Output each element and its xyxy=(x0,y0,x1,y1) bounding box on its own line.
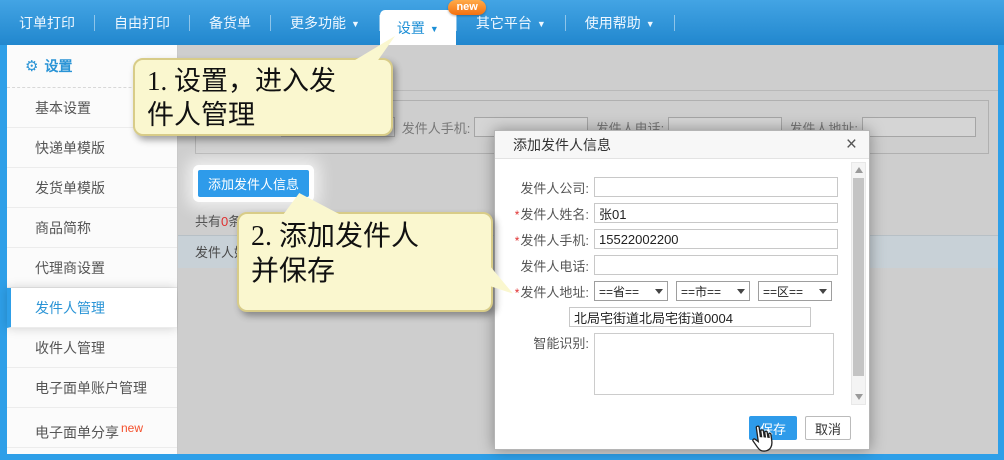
top-nav: 订单打印 自由打印 备货单 更多功能 ▼ 设置 ▼ new 其它平台 ▼ 使用帮… xyxy=(0,0,1004,45)
nav-item-more-functions[interactable]: 更多功能 ▼ xyxy=(271,0,379,45)
sender-company-input[interactable] xyxy=(594,177,838,197)
scroll-down-icon[interactable] xyxy=(852,390,865,404)
close-icon[interactable]: × xyxy=(846,135,857,154)
nav-label: 其它平台 xyxy=(476,13,532,33)
sidebar-item-sender-management[interactable]: 发件人管理 xyxy=(7,288,177,328)
field-row-company: 发件人公司: xyxy=(509,177,869,197)
scrollbar-thumb[interactable] xyxy=(853,178,864,376)
filter-address-input[interactable] xyxy=(862,117,976,137)
sidebar-item-receiver-management[interactable]: 收件人管理 xyxy=(7,328,177,368)
field-row-name: *发件人姓名: xyxy=(509,203,869,223)
nav-label: 使用帮助 xyxy=(585,13,641,33)
nav-item-order-print[interactable]: 订单打印 xyxy=(0,0,94,45)
field-label-text: 发件人地址: xyxy=(520,285,589,300)
sidebar-item-shipping-template[interactable]: 发货单模版 xyxy=(7,168,177,208)
callout-step-2: 2. 添加发件人 并保存 xyxy=(237,212,493,312)
count-prefix: 共有 xyxy=(195,214,221,229)
sidebar-item-agent-settings[interactable]: 代理商设置 xyxy=(7,248,177,288)
required-mark: * xyxy=(515,234,520,248)
app-window: 订单打印 自由打印 备货单 更多功能 ▼ 设置 ▼ new 其它平台 ▼ 使用帮… xyxy=(0,0,1004,460)
sidebar-item-ewaybill-account[interactable]: 电子面单账户管理 xyxy=(7,368,177,408)
select-value: ==市== xyxy=(681,283,721,300)
nav-label: 更多功能 xyxy=(290,13,346,33)
select-value: ==省== xyxy=(599,283,639,300)
new-badge: new xyxy=(121,421,143,435)
scroll-up-icon[interactable] xyxy=(852,163,865,177)
nav-item-other-platforms[interactable]: 其它平台 ▼ xyxy=(457,0,565,45)
filter-label: 发件人手机: xyxy=(402,118,471,137)
gear-icon: ⚙ xyxy=(25,58,38,75)
field-row-mobile: *发件人手机: xyxy=(509,229,869,249)
field-label: *发件人手机: xyxy=(509,230,589,249)
nav-item-stock-list[interactable]: 备货单 xyxy=(190,0,270,45)
chevron-down-icon: ▼ xyxy=(351,19,360,29)
nav-item-help[interactable]: 使用帮助 ▼ xyxy=(566,0,674,45)
nav-separator xyxy=(674,15,675,31)
add-sender-modal: 添加发件人信息 × 发件人公司: *发件人姓名: *发件人手机: 发件人电话: … xyxy=(494,130,870,450)
chevron-down-icon: ▼ xyxy=(430,24,439,34)
field-label: *发件人姓名: xyxy=(509,204,589,223)
select-value: ==区== xyxy=(763,283,803,300)
province-select[interactable]: ==省== xyxy=(594,281,668,301)
nav-label: 设置 xyxy=(397,18,425,38)
field-label-text: 发件人姓名: xyxy=(520,207,589,222)
hand-cursor-icon xyxy=(746,422,781,460)
chevron-down-icon: ▼ xyxy=(537,19,546,29)
required-mark: * xyxy=(515,286,520,300)
address-detail-input[interactable] xyxy=(569,307,811,327)
modal-title: 添加发件人信息 xyxy=(513,135,611,155)
nav-item-free-print[interactable]: 自由打印 xyxy=(95,0,189,45)
sidebar-item-product-abbr[interactable]: 商品简称 xyxy=(7,208,177,248)
field-row-phone: 发件人电话: xyxy=(509,255,869,275)
required-mark: * xyxy=(515,208,520,222)
modal-body: 发件人公司: *发件人姓名: *发件人手机: 发件人电话: *发件人地址: ==… xyxy=(495,159,869,395)
field-row-address: *发件人地址: ==省== ==市== ==区== xyxy=(509,281,869,301)
modal-scrollbar[interactable] xyxy=(851,162,866,405)
add-sender-button[interactable]: 添加发件人信息 xyxy=(198,170,309,197)
city-select[interactable]: ==市== xyxy=(676,281,750,301)
field-label: 发件人公司: xyxy=(509,178,589,197)
chevron-down-icon xyxy=(655,289,663,294)
smart-recognition-textarea[interactable] xyxy=(594,333,834,395)
field-label: *发件人地址: xyxy=(509,282,589,301)
callout-step-1: 1. 设置，进入发 件人管理 xyxy=(133,58,393,136)
field-label: 发件人电话: xyxy=(509,256,589,275)
sender-name-input[interactable] xyxy=(594,203,838,223)
district-select[interactable]: ==区== xyxy=(758,281,832,301)
modal-title-bar: 添加发件人信息 × xyxy=(495,131,869,159)
sender-mobile-input[interactable] xyxy=(594,229,838,249)
field-label-text: 发件人手机: xyxy=(520,233,589,248)
sender-phone-input[interactable] xyxy=(594,255,838,275)
cancel-button[interactable]: 取消 xyxy=(805,416,851,440)
chevron-down-icon xyxy=(737,289,745,294)
chevron-down-icon xyxy=(819,289,827,294)
sidebar-item-ewaybill-share[interactable]: 电子面单分享new xyxy=(7,408,177,448)
chevron-down-icon: ▼ xyxy=(646,19,655,29)
field-label: 智能识别: xyxy=(509,333,589,352)
field-row-smart-recognition: 智能识别: xyxy=(509,333,869,395)
field-row-address-detail xyxy=(509,307,869,327)
sidebar-header-label: 设置 xyxy=(44,58,72,74)
sidebar-item-label: 电子面单分享 xyxy=(35,425,119,441)
